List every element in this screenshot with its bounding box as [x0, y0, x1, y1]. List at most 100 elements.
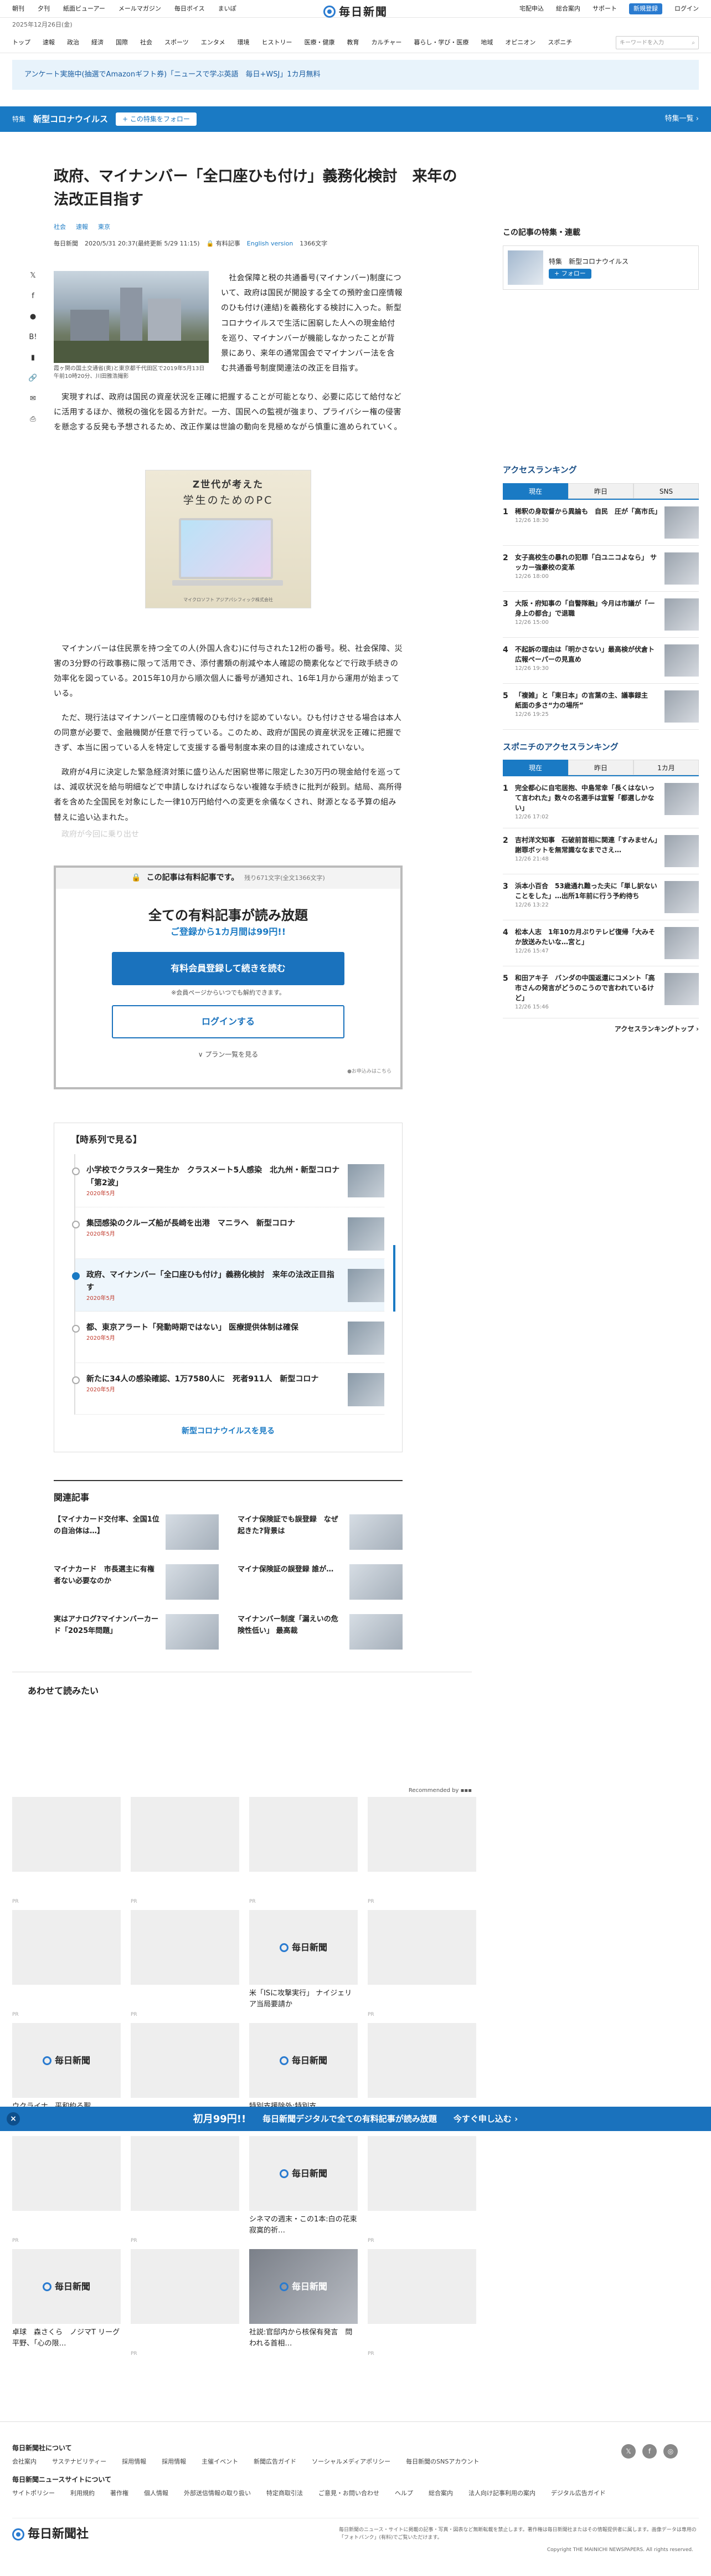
- plan-list-toggle[interactable]: ∨ プラン一覧を見る: [56, 1049, 400, 1059]
- util-link-chokan[interactable]: 朝刊: [12, 4, 24, 14]
- footer-link[interactable]: ソーシャルメディアポリシー: [312, 2457, 390, 2467]
- hatena-share-icon[interactable]: B!: [28, 332, 38, 342]
- footer-link[interactable]: 個人情報: [144, 2489, 168, 2498]
- footer-link[interactable]: 総合案内: [429, 2489, 453, 2498]
- related-item[interactable]: 【マイナカード交付率、全国1位の自治体は…】: [54, 1514, 219, 1550]
- ranking-tab-yesterday[interactable]: 昨日: [568, 483, 633, 499]
- util-link-sogo[interactable]: 総合案内: [556, 4, 580, 14]
- footer-link[interactable]: 採用情報: [162, 2457, 186, 2467]
- link-copy-icon[interactable]: 🔗: [28, 373, 38, 383]
- footer-link[interactable]: ご意見・お問い合わせ: [318, 2489, 379, 2498]
- recommend-card[interactable]: PR: [368, 1910, 476, 2017]
- footer-link[interactable]: 主催イベント: [202, 2457, 238, 2467]
- nav-item[interactable]: 医療・健康: [304, 38, 334, 48]
- nav-item[interactable]: 政治: [67, 38, 79, 48]
- ranking-item[interactable]: 2 吉村洋文知事 石破前首相に関連「すみません」謝罪ボットを無常識ななまでさえ… 1…: [503, 828, 699, 874]
- line-share-icon[interactable]: ●: [28, 312, 38, 322]
- ranking-item[interactable]: 3 浜本小百合 53歳通れ難った夫に「単し訳ないことをした」…出所1年前に行う予約…: [503, 874, 699, 920]
- timeline-more-link[interactable]: 新型コロナウイルスを見る: [71, 1426, 385, 1437]
- timeline-item[interactable]: 都、東京アラート「発動時期ではない」 医療提供体制は確保 2020年5月: [72, 1312, 384, 1364]
- ranking-item[interactable]: 5 和田アキ子 バンダの中国返還にコメント「高市さんの発言がどうのこうので言われて…: [503, 966, 699, 1018]
- timeline-item[interactable]: 政府、マイナンバー「全口座ひも付け」義務化検討 来年の法改正目指す 2020年5月: [72, 1258, 384, 1312]
- footer-link[interactable]: 利用規約: [70, 2489, 95, 2498]
- util-link-yukan[interactable]: 夕刊: [38, 4, 50, 14]
- sponichi-tab-yesterday[interactable]: 昨日: [568, 760, 633, 775]
- recommend-card[interactable]: PR: [131, 1797, 239, 1904]
- footer-link[interactable]: デジタル広告ガイド: [551, 2489, 606, 2498]
- nav-item[interactable]: 地域: [481, 38, 493, 48]
- footer-link[interactable]: 採用情報: [122, 2457, 146, 2467]
- nav-item[interactable]: カルチャー: [371, 38, 401, 48]
- sticky-cta[interactable]: 今すぐ申し込む ›: [454, 2113, 518, 2126]
- recommend-card[interactable]: PR: [12, 1910, 121, 2017]
- footer-link[interactable]: 法人向け記事利用の案内: [468, 2489, 535, 2498]
- nav-item[interactable]: エンタメ: [201, 38, 225, 48]
- sticky-subscribe-banner[interactable]: × 初月99円!! 毎日新聞デジタルで全ての有料記事が読み放題 今すぐ申し込む …: [0, 2107, 711, 2131]
- footer-link[interactable]: 著作権: [110, 2489, 128, 2498]
- category-link[interactable]: 社会: [54, 223, 66, 232]
- mail-icon[interactable]: ✉: [28, 394, 38, 404]
- util-link-maipo[interactable]: まいぽ: [218, 4, 236, 14]
- ranking-item[interactable]: 5 「複雑」と「東日本」の言葉の主、議事録主 紙面の多さ“力の場所” 12/26 1…: [503, 684, 699, 730]
- timeline-scrollbar[interactable]: [393, 1245, 395, 1312]
- util-link-mail[interactable]: メールマガジン: [118, 4, 161, 14]
- footer-link[interactable]: サイトポリシー: [12, 2489, 55, 2498]
- util-link-takuhai[interactable]: 宅配申込: [519, 4, 544, 14]
- print-icon[interactable]: ⎙: [28, 414, 38, 424]
- nav-item[interactable]: 国際: [116, 38, 128, 48]
- recommend-card[interactable]: PR: [368, 2136, 476, 2244]
- nav-item[interactable]: スポニチ: [548, 38, 572, 48]
- timeline-item[interactable]: 新たに34人の感染確認、1万7580人に 死者911人 新型コロナ 2020年5月: [72, 1363, 384, 1415]
- recommend-card[interactable]: 毎日新聞 卓球 森さくら ノジマT リーグ 平野、「心の限…: [12, 2249, 121, 2352]
- ranking-item[interactable]: 2 女子高校生の暴れの犯罪「白ユニコよなら」 サッカー強豪校の変革 12/26 18…: [503, 546, 699, 592]
- nav-item[interactable]: 経済: [91, 38, 104, 48]
- related-item[interactable]: マイナ保険証でも誤登録 なぜ起きた?背景は: [238, 1514, 403, 1550]
- close-icon[interactable]: ×: [7, 2112, 20, 2126]
- footer-link[interactable]: 特定商取引法: [266, 2489, 303, 2498]
- sponichi-ranking-title[interactable]: スポニチのアクセスランキング: [503, 741, 699, 754]
- ranking-item[interactable]: 4 不起訴の理由は「明かさない」最高検が伏倉ト広報ペーパーの見直め 12/26 19…: [503, 638, 699, 684]
- feature-title[interactable]: 新型コロナウイルス: [33, 113, 108, 126]
- facebook-icon[interactable]: f: [642, 2444, 657, 2459]
- nav-item[interactable]: トップ: [12, 38, 30, 48]
- feature-follow-button[interactable]: + この特集をフォロー: [116, 112, 197, 126]
- nav-item[interactable]: 速報: [43, 38, 55, 48]
- recommend-card[interactable]: PR: [131, 1910, 239, 2017]
- footer-link[interactable]: 毎日新聞のSNSアカウント: [406, 2457, 479, 2467]
- util-link-voice[interactable]: 毎日ボイス: [174, 4, 205, 14]
- recommend-card[interactable]: PR: [249, 1797, 358, 1904]
- register-button[interactable]: 新規登録: [629, 3, 662, 15]
- sponichi-tab-now[interactable]: 現在: [503, 760, 568, 775]
- related-item[interactable]: マイナンバー制度「漏えいの危険性低い」 最高裁: [238, 1614, 403, 1650]
- footer-link[interactable]: サステナビリティー: [52, 2457, 106, 2467]
- category-link[interactable]: 速報: [76, 223, 88, 232]
- login-link[interactable]: ログイン: [674, 4, 699, 14]
- ranking-more-link[interactable]: アクセスランキングトップ ›: [503, 1024, 699, 1034]
- x-icon[interactable]: 𝕏: [621, 2444, 636, 2459]
- bookmark-icon[interactable]: ▮: [28, 353, 38, 363]
- ranking-item[interactable]: 4 松本人志 1年10カ月ぶりテレビ復帰「大みそか放送みたいな…宮と」 12/26 …: [503, 920, 699, 966]
- recommend-card[interactable]: PR: [131, 2136, 239, 2244]
- x-share-icon[interactable]: 𝕏: [28, 271, 38, 281]
- facebook-share-icon[interactable]: f: [28, 291, 38, 301]
- nav-item[interactable]: 暮らし・学び・医療: [414, 38, 468, 48]
- ranking-item[interactable]: 1 稀釈の身取督から異論も 自民 圧が「高市氏」 12/26 18:30: [503, 500, 699, 546]
- recommend-card[interactable]: PR: [368, 1797, 476, 1904]
- recommend-card[interactable]: 毎日新聞 米「ISに攻撃実行」 ナイジェリア当局要請か: [249, 1910, 358, 2013]
- timeline-item[interactable]: 小学校でクラスター発生か クラスメート5人感染 北九州・新型コロナ「第2波」 20…: [72, 1154, 384, 1207]
- nav-item[interactable]: オピニオン: [505, 38, 535, 48]
- related-item[interactable]: マイナカード 市長選主に有権者ない必要なのか: [54, 1564, 219, 1600]
- feature-card[interactable]: 特集 新型コロナウイルス + フォロー: [503, 245, 699, 290]
- ranking-item[interactable]: 1 完全都心に自宅居抱、中島常幸「長くはないって言われた」数々の名選手は宣誓「都選…: [503, 776, 699, 828]
- feature-list-link[interactable]: 特集一覧 ›: [665, 114, 699, 125]
- nav-item[interactable]: 教育: [347, 38, 359, 48]
- feature-card-follow-button[interactable]: + フォロー: [549, 268, 591, 279]
- footer-logo[interactable]: 毎日新聞社: [12, 2525, 89, 2543]
- recommend-card[interactable]: 毎日新聞 シネマの週末・この1本:白の花束 寂寞的祈…: [249, 2136, 358, 2239]
- recommend-card[interactable]: PR: [131, 2249, 239, 2357]
- category-link[interactable]: 東京: [98, 223, 110, 232]
- english-version-link[interactable]: English version: [247, 239, 293, 249]
- util-link-viewer[interactable]: 紙面ビューアー: [63, 4, 105, 14]
- recommend-card[interactable]: PR: [368, 2249, 476, 2357]
- recommend-card[interactable]: PR: [12, 2136, 121, 2244]
